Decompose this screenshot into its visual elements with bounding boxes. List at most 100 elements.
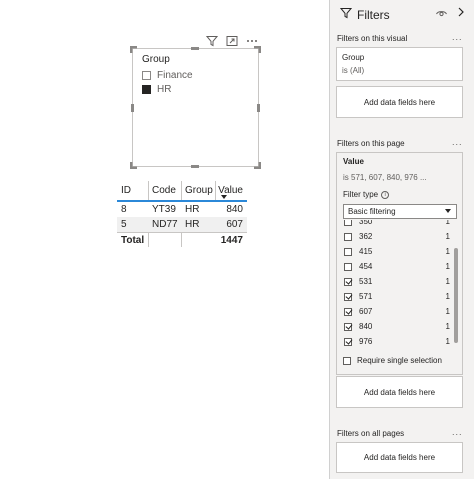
list-item[interactable]: 607 1 bbox=[344, 304, 457, 319]
checkbox[interactable] bbox=[344, 232, 352, 241]
table-row[interactable]: 5 ND77 HR 607 bbox=[117, 217, 247, 232]
checkbox[interactable] bbox=[344, 277, 352, 286]
section-label-all-pages: Filters on all pages bbox=[337, 429, 405, 438]
eye-icon[interactable] bbox=[436, 9, 447, 21]
data-table[interactable]: ID Code Group Value 8 YT39 HR 840 5 ND77… bbox=[117, 181, 247, 247]
resize-handle[interactable] bbox=[254, 162, 261, 169]
filter-card-name: Group bbox=[342, 53, 365, 62]
slicer-checkbox[interactable] bbox=[142, 71, 151, 80]
list-item[interactable]: 840 1 bbox=[344, 319, 457, 334]
list-item-count: 1 bbox=[445, 337, 450, 346]
list-item-label: 362 bbox=[359, 232, 373, 241]
filter-value-list[interactable]: 350 1 362 1 415 1 454 1 531 1 571 1 607 … bbox=[337, 220, 462, 346]
filter-type-text: Filter type bbox=[343, 190, 379, 199]
list-item-count: 1 bbox=[445, 322, 450, 331]
sort-descending-icon bbox=[221, 195, 227, 199]
resize-handle[interactable] bbox=[257, 104, 260, 112]
add-data-fields-visual[interactable]: Add data fields here bbox=[336, 86, 463, 118]
cell-group: HR bbox=[185, 219, 200, 230]
column-divider bbox=[148, 233, 149, 247]
checkbox[interactable] bbox=[344, 262, 352, 271]
list-item-label: 840 bbox=[359, 322, 373, 331]
slicer-title: Group bbox=[142, 54, 170, 65]
list-item-label: 571 bbox=[359, 292, 373, 301]
filter-icon[interactable] bbox=[205, 34, 218, 47]
cell-value: 840 bbox=[226, 204, 243, 215]
group-slicer[interactable]: Group Finance HR bbox=[130, 46, 261, 169]
list-item[interactable]: 454 1 bbox=[344, 259, 457, 274]
checkbox[interactable] bbox=[344, 307, 352, 316]
focus-mode-icon[interactable] bbox=[225, 34, 238, 47]
scrollbar-thumb[interactable] bbox=[454, 248, 458, 343]
list-item[interactable]: 571 1 bbox=[344, 289, 457, 304]
more-options-icon[interactable]: ... bbox=[452, 427, 463, 437]
list-item-count: 1 bbox=[445, 277, 450, 286]
list-item-label: 350 bbox=[359, 220, 373, 226]
require-single-label: Require single selection bbox=[357, 356, 442, 365]
list-item-label: 454 bbox=[359, 262, 373, 271]
more-options-icon[interactable] bbox=[245, 34, 258, 47]
table-total-row: Total 1447 bbox=[117, 232, 247, 247]
column-divider bbox=[181, 233, 182, 247]
slicer-item-finance[interactable]: Finance bbox=[142, 70, 193, 81]
resize-handle[interactable] bbox=[191, 47, 199, 50]
filter-card-state: is (All) bbox=[342, 66, 365, 75]
column-divider[interactable] bbox=[148, 181, 149, 200]
section-label-visual: Filters on this visual bbox=[337, 34, 408, 43]
chevron-right-icon[interactable] bbox=[457, 6, 465, 21]
list-item-label: 607 bbox=[359, 307, 373, 316]
list-item[interactable]: 350 1 bbox=[344, 220, 457, 229]
slicer-item-hr[interactable]: HR bbox=[142, 84, 171, 95]
cell-code: ND77 bbox=[152, 219, 178, 230]
add-data-fields-page[interactable]: Add data fields here bbox=[336, 376, 463, 408]
visual-header bbox=[205, 34, 258, 47]
list-item[interactable]: 531 1 bbox=[344, 274, 457, 289]
checkbox[interactable] bbox=[344, 247, 352, 256]
cell-code: YT39 bbox=[152, 204, 176, 215]
resize-handle[interactable] bbox=[254, 46, 261, 53]
checkbox[interactable] bbox=[343, 356, 351, 365]
resize-handle[interactable] bbox=[131, 104, 134, 112]
more-options-icon[interactable]: ... bbox=[452, 137, 463, 147]
section-label-page: Filters on this page bbox=[337, 139, 405, 148]
list-item[interactable]: 415 1 bbox=[344, 244, 457, 259]
filters-pane: Filters Filters on this visual ... Group… bbox=[329, 0, 474, 479]
list-item-label: 531 bbox=[359, 277, 373, 286]
checkbox[interactable] bbox=[344, 322, 352, 331]
info-icon[interactable]: i bbox=[381, 190, 390, 199]
column-header-id[interactable]: ID bbox=[121, 185, 131, 196]
column-divider[interactable] bbox=[181, 181, 182, 200]
filter-card-value[interactable]: Value is 571, 607, 840, 976 ... Filter t… bbox=[336, 152, 463, 375]
resize-handle[interactable] bbox=[130, 162, 137, 169]
checkbox[interactable] bbox=[344, 292, 352, 301]
table-row[interactable]: 8 YT39 HR 840 bbox=[117, 202, 247, 217]
resize-handle[interactable] bbox=[130, 46, 137, 53]
table-header-row: ID Code Group Value bbox=[117, 181, 247, 202]
cell-id: 5 bbox=[121, 219, 127, 230]
total-label: Total bbox=[121, 234, 145, 246]
list-item-count: 1 bbox=[445, 262, 450, 271]
list-item[interactable]: 976 1 bbox=[344, 334, 457, 346]
resize-handle[interactable] bbox=[191, 165, 199, 168]
list-item-label: 415 bbox=[359, 247, 373, 256]
slicer-checkbox[interactable] bbox=[142, 85, 151, 94]
filters-title-label: Filters bbox=[357, 7, 390, 22]
add-data-fields-all-pages[interactable]: Add data fields here bbox=[336, 442, 463, 473]
column-header-code[interactable]: Code bbox=[152, 185, 176, 196]
filter-card-group[interactable]: Group is (All) bbox=[336, 47, 463, 81]
more-options-icon[interactable]: ... bbox=[452, 32, 463, 42]
list-item-count: 1 bbox=[445, 220, 450, 226]
require-single-selection[interactable]: Require single selection bbox=[343, 356, 442, 365]
slicer-item-label: Finance bbox=[157, 70, 193, 81]
chevron-down-icon bbox=[445, 209, 451, 213]
list-item-count: 1 bbox=[445, 307, 450, 316]
filter-card-state: is 571, 607, 840, 976 ... bbox=[343, 173, 427, 182]
total-value: 1447 bbox=[220, 234, 243, 246]
list-item-count: 1 bbox=[445, 292, 450, 301]
checkbox[interactable] bbox=[344, 337, 352, 346]
checkbox[interactable] bbox=[344, 220, 352, 226]
filter-type-dropdown[interactable]: Basic filtering bbox=[343, 204, 457, 219]
column-header-group[interactable]: Group bbox=[185, 185, 213, 196]
column-divider[interactable] bbox=[215, 181, 216, 200]
list-item[interactable]: 362 1 bbox=[344, 229, 457, 244]
